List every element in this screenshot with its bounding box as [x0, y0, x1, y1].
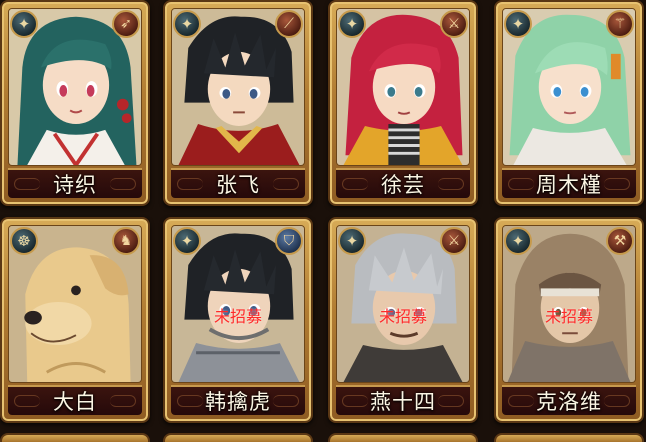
- character-card-xu-yun[interactable]: ✦ ⚔ 徐芸: [328, 0, 478, 206]
- nameplate-ornament: [508, 178, 534, 190]
- card-edge: [163, 433, 313, 442]
- winged-crest-icon: ✦: [173, 10, 201, 38]
- beast-crest-icon: ☸: [10, 227, 38, 255]
- character-nameplate: 克洛维: [502, 385, 636, 415]
- nameplate-ornament: [438, 395, 464, 407]
- character-nameplate: 张飞: [171, 168, 305, 198]
- character-card-han-qinhu[interactable]: ✦ ⛉ 未招募 韩擒虎: [163, 217, 313, 423]
- nameplate-ornament: [438, 178, 464, 190]
- card-edge: [494, 433, 644, 442]
- recruit-status: 未招募: [213, 307, 262, 326]
- nameplate-ornament: [110, 178, 136, 190]
- next-row-cards-peek: [0, 433, 646, 442]
- character-name: 周木槿: [536, 173, 602, 197]
- character-nameplate: 诗织: [8, 168, 142, 198]
- character-nameplate: 周木槿: [502, 168, 636, 198]
- character-nameplate: 韩擒虎: [171, 385, 305, 415]
- axe-icon[interactable]: ⚒: [606, 227, 634, 255]
- bow-icon[interactable]: ➶: [112, 10, 140, 38]
- nameplate-ornament: [342, 395, 368, 407]
- winged-crest-icon: ✦: [504, 10, 532, 38]
- nameplate-ornament: [604, 178, 630, 190]
- fang-icon[interactable]: ♞: [112, 227, 140, 255]
- character-name: 张飞: [216, 173, 260, 197]
- nameplate-ornament: [14, 395, 40, 407]
- character-name: 大白: [53, 390, 97, 414]
- character-nameplate: 徐芸: [336, 168, 470, 198]
- nameplate-ornament: [604, 395, 630, 407]
- shield-icon[interactable]: ⛉: [275, 227, 303, 255]
- card-edge: [0, 433, 150, 442]
- winged-crest-icon: ✦: [10, 10, 38, 38]
- character-name: 徐芸: [381, 173, 425, 197]
- character-name: 克洛维: [536, 390, 602, 414]
- character-card-shiori[interactable]: ✦ ➶ 诗织: [0, 0, 150, 206]
- card-edge: [328, 433, 478, 442]
- nameplate-ornament: [342, 178, 368, 190]
- nameplate-ornament: [508, 395, 534, 407]
- character-nameplate: 大白: [8, 385, 142, 415]
- character-name: 诗织: [53, 173, 97, 197]
- character-card-clovis[interactable]: ✦ ⚒ 未招募 克洛维: [494, 217, 644, 423]
- character-nameplate: 燕十四: [336, 385, 470, 415]
- winged-crest-icon: ✦: [338, 227, 366, 255]
- character-card-zhou-mujin[interactable]: ✦ ⚚ 周木槿: [494, 0, 644, 206]
- nameplate-ornament: [14, 178, 40, 190]
- nameplate-ornament: [273, 395, 299, 407]
- nameplate-ornament: [110, 395, 136, 407]
- character-name: 韩擒虎: [205, 390, 271, 414]
- spear-icon[interactable]: ⟋: [275, 10, 303, 38]
- character-name: 燕十四: [370, 390, 436, 414]
- staff-icon[interactable]: ⚚: [606, 10, 634, 38]
- sword-icon[interactable]: ⚔: [440, 10, 468, 38]
- character-card-da-bai[interactable]: ☸ ♞ 大白: [0, 217, 150, 423]
- character-roster-grid: ✦ ➶ 诗织 ✦ ⟋ 张飞 ✦ ⚔ 徐芸 ✦ ⚚ 周木槿 ☸ ♞ 大白 ✦ ⛉ …: [0, 0, 646, 442]
- nameplate-ornament: [273, 178, 299, 190]
- recruit-status: 未招募: [378, 307, 427, 326]
- recruit-status: 未招募: [544, 307, 593, 326]
- nameplate-ornament: [177, 178, 203, 190]
- character-card-zhang-fei[interactable]: ✦ ⟋ 张飞: [163, 0, 313, 206]
- sword-icon[interactable]: ⚔: [440, 227, 468, 255]
- character-card-yan-shisi[interactable]: ✦ ⚔ 未招募 燕十四: [328, 217, 478, 423]
- winged-crest-icon: ✦: [338, 10, 366, 38]
- winged-crest-icon: ✦: [504, 227, 532, 255]
- nameplate-ornament: [177, 395, 203, 407]
- winged-crest-icon: ✦: [173, 227, 201, 255]
